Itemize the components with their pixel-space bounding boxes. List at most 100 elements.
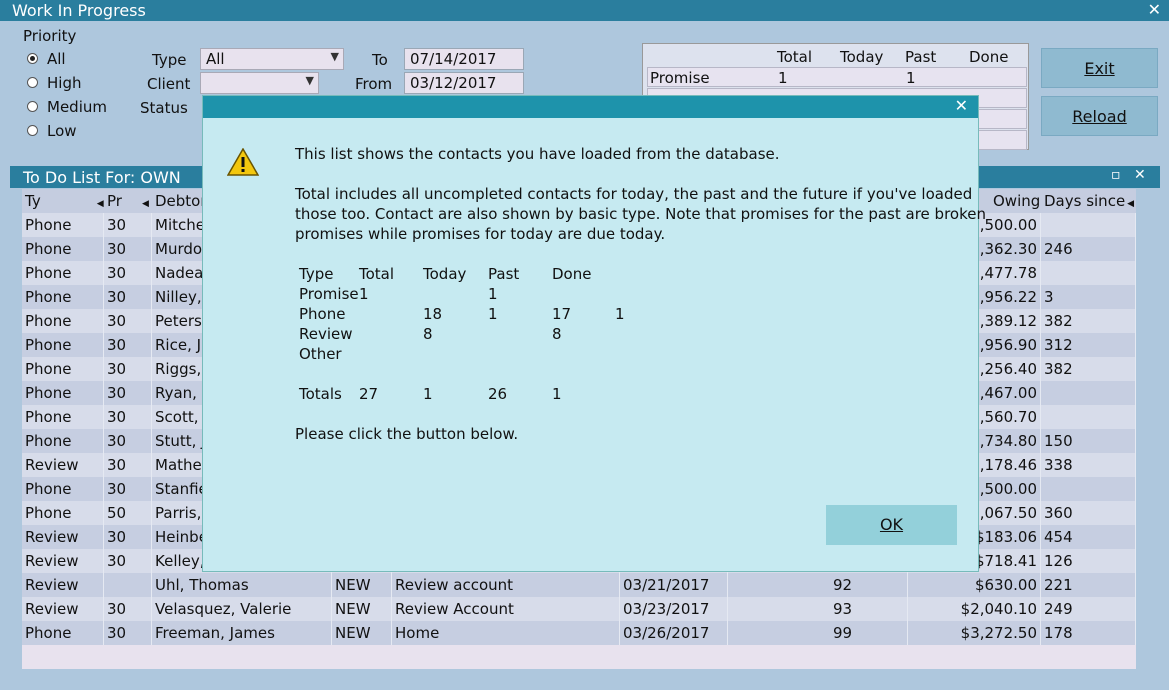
table-cell-num: 99 — [728, 621, 908, 645]
table-cell-num: 93 — [728, 597, 908, 621]
table-cell-date: 03/21/2017 — [620, 573, 728, 597]
dialog-table-cell: Promise — [299, 285, 359, 303]
dialog-close-icon[interactable]: ✕ — [955, 96, 968, 115]
column-header-days-since[interactable]: Days since ◀ — [1041, 189, 1134, 213]
dialog-table-cell: 18 — [423, 305, 443, 323]
table-cell-type: Review — [22, 525, 104, 549]
table-cell-type: Phone — [22, 405, 104, 429]
priority-all-radio[interactable] — [27, 53, 38, 64]
priority-high-radio[interactable] — [27, 77, 38, 88]
table-cell-date: 03/26/2017 — [620, 621, 728, 645]
type-select[interactable]: All ▼ — [200, 48, 344, 70]
type-label: Type — [152, 51, 187, 69]
priority-medium-radio[interactable] — [27, 101, 38, 112]
priority-medium-label[interactable]: Medium — [47, 98, 107, 116]
dialog-table-cell: 1 — [488, 285, 498, 303]
column-header-priority[interactable]: Pr ◀ — [104, 189, 149, 213]
table-cell-pr: 30 — [104, 621, 152, 645]
dialog-table-cell: 8 — [552, 325, 562, 343]
dialog-table-cell: Other — [299, 345, 342, 363]
reload-button-label: Reload — [1072, 107, 1127, 126]
reload-button[interactable]: Reload — [1041, 96, 1158, 136]
dialog-totals-cell: 1 — [552, 385, 562, 403]
table-row[interactable]: Review Uhl, Thomas NEW Review account 03/21/… — [22, 573, 1136, 597]
column-header-type[interactable]: Ty ◀ — [22, 189, 104, 213]
table-cell-pr: 50 — [104, 501, 152, 525]
exit-button[interactable]: Exit — [1041, 48, 1158, 88]
info-dialog: ✕ This list shows the contacts you have … — [202, 95, 986, 572]
client-select[interactable]: ▼ — [200, 72, 319, 94]
summary-row-label: Promise — [650, 69, 710, 87]
summary-header-total: Total — [777, 48, 813, 66]
column-header-owing[interactable]: Owing — [990, 189, 1040, 213]
priority-low-label[interactable]: Low — [47, 122, 77, 140]
table-cell-days: 382 — [1041, 357, 1136, 381]
table-row[interactable]: Phone 30 Freeman, James NEW Home 03/26/2017 99… — [22, 621, 1136, 645]
table-cell-pr: 30 — [104, 285, 152, 309]
from-date-input[interactable]: 03/12/2017 — [404, 72, 524, 94]
table-cell-pr: 30 — [104, 309, 152, 333]
warning-icon — [227, 148, 259, 176]
maximize-icon[interactable]: ▫ — [1111, 167, 1121, 183]
table-cell-type: Phone — [22, 621, 104, 645]
table-cell-status: NEW — [332, 621, 392, 645]
to-date-input[interactable]: 07/14/2017 — [404, 48, 524, 70]
table-cell-days: 150 — [1041, 429, 1136, 453]
dialog-para-line: those too. Contact are also shown by bas… — [295, 205, 986, 223]
table-cell-pr — [104, 573, 152, 597]
ok-button-label: OK — [879, 515, 904, 534]
dialog-table-cell: 8 — [423, 325, 433, 343]
table-cell-pr: 30 — [104, 477, 152, 501]
sort-icon: ◀ — [96, 199, 104, 209]
dialog-line1: This list shows the contacts you have lo… — [295, 145, 780, 163]
table-cell-type: Review — [22, 597, 104, 621]
table-cell-type: Review — [22, 453, 104, 477]
table-cell-days: 382 — [1041, 309, 1136, 333]
table-cell-type: Review — [22, 573, 104, 597]
table-cell-pr: 30 — [104, 453, 152, 477]
table-cell-type: Phone — [22, 237, 104, 261]
close-icon[interactable]: ✕ — [1134, 167, 1146, 183]
table-cell-days: 3 — [1041, 285, 1136, 309]
table-cell-num: 92 — [728, 573, 908, 597]
table-cell-type: Phone — [22, 429, 104, 453]
table-cell-owing: $3,272.50 — [908, 621, 1041, 645]
window-titlebar: Work In Progress ✕ — [0, 0, 1169, 21]
table-cell-days — [1041, 477, 1136, 501]
table-cell-desc: Home — [392, 621, 620, 645]
table-cell-type: Phone — [22, 357, 104, 381]
table-cell-type: Phone — [22, 501, 104, 525]
table-cell-desc: Review account — [392, 573, 620, 597]
dialog-table-header: Past — [488, 265, 520, 283]
summary-row-total: 1 — [778, 69, 788, 87]
table-cell-days: 338 — [1041, 453, 1136, 477]
table-cell-pr: 30 — [104, 261, 152, 285]
ok-button[interactable]: OK — [826, 505, 957, 545]
table-cell-owing: $2,040.10 — [908, 597, 1041, 621]
table-cell-days: 360 — [1041, 501, 1136, 525]
dialog-table-cell: 1 — [488, 305, 498, 323]
table-cell-days — [1041, 405, 1136, 429]
chevron-down-icon: ▼ — [305, 74, 314, 87]
column-header-debtor[interactable]: Debtor — [152, 189, 207, 213]
table-cell-type: Phone — [22, 261, 104, 285]
priority-all-label[interactable]: All — [47, 50, 66, 68]
window-close-icon[interactable]: ✕ — [1148, 0, 1161, 19]
table-cell-debtor: Uhl, Thomas — [152, 573, 332, 597]
table-cell-days: 454 — [1041, 525, 1136, 549]
priority-low-radio[interactable] — [27, 125, 38, 136]
table-cell-pr: 30 — [104, 429, 152, 453]
summary-header-past: Past — [905, 48, 937, 66]
from-date-label: From — [355, 75, 393, 93]
table-cell-pr: 30 — [104, 213, 152, 237]
table-cell-pr: 30 — [104, 237, 152, 261]
exit-button-label: Exit — [1084, 59, 1115, 78]
summary-header-today: Today — [840, 48, 884, 66]
window-title: Work In Progress — [12, 1, 146, 20]
sort-icon: ◀ — [1127, 199, 1135, 209]
table-row[interactable]: Review 30 Velasquez, Valerie NEW Review Acco… — [22, 597, 1136, 621]
todo-list-title: To Do List For: OWN — [23, 168, 181, 187]
dialog-footer-text: Please click the button below. — [295, 425, 519, 443]
priority-high-label[interactable]: High — [47, 74, 81, 92]
table-cell-type: Phone — [22, 213, 104, 237]
